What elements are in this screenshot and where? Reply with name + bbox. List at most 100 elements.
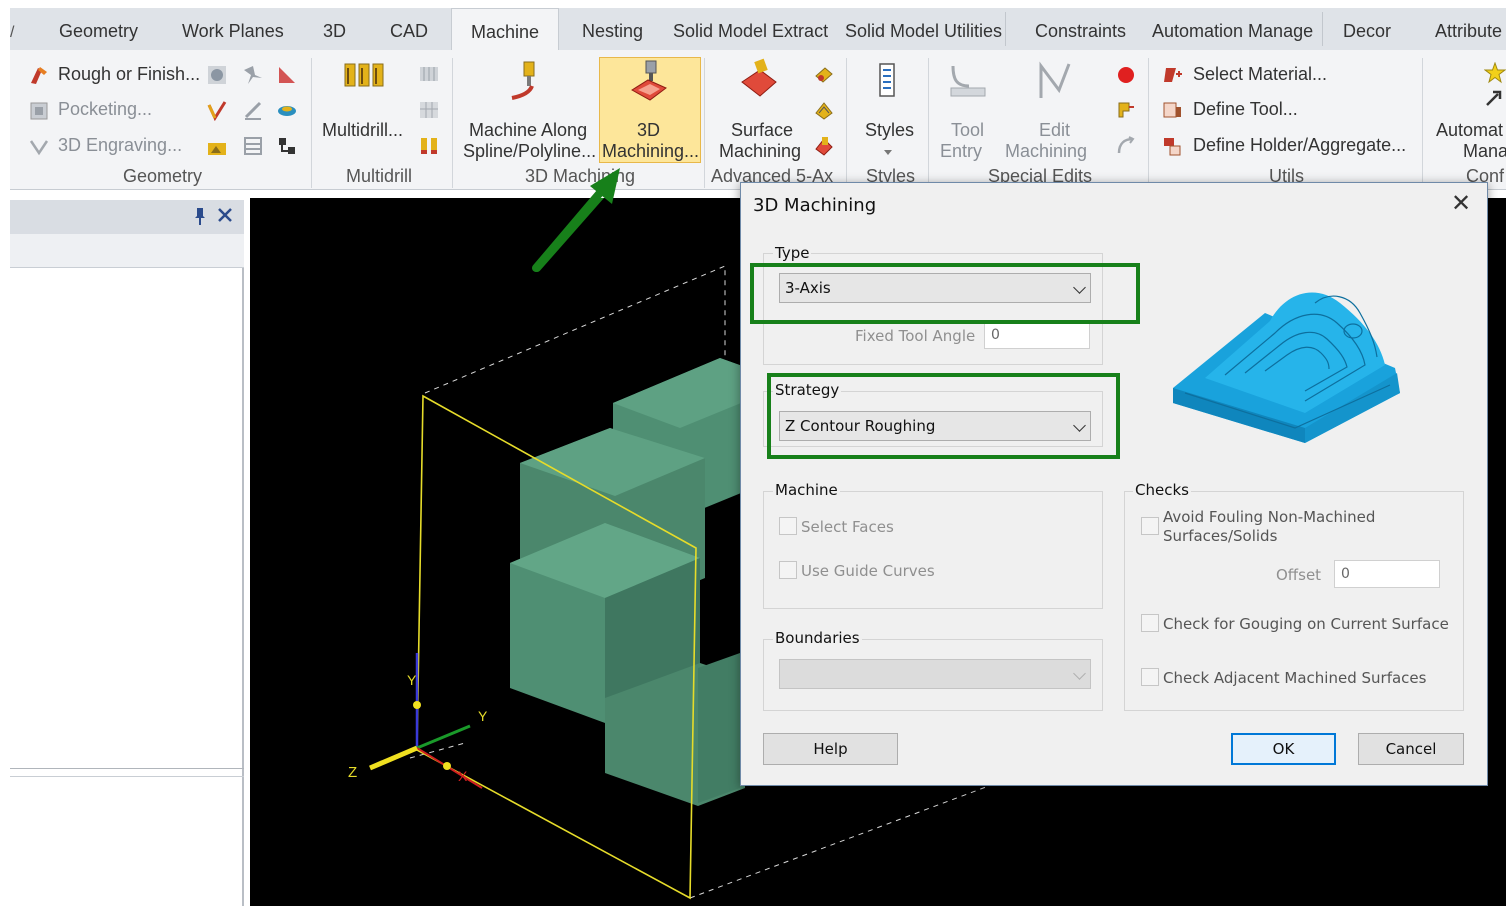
tab-overflow-mark: /	[10, 24, 15, 41]
tool-entry-line1[interactable]: Tool	[951, 120, 984, 141]
wedge-icon[interactable]	[276, 64, 298, 86]
axis-z-label: Z	[348, 764, 358, 781]
select-faces-checkbox[interactable]	[779, 517, 797, 535]
pen-icon[interactable]	[242, 99, 264, 121]
automation-line2[interactable]: Mana	[1463, 141, 1506, 162]
styles-icon	[879, 63, 895, 97]
tab-machine[interactable]: Machine	[451, 8, 559, 51]
drill-grid-icon[interactable]	[418, 99, 440, 121]
tab-work-planes[interactable]: Work Planes	[182, 8, 284, 50]
record-icon[interactable]	[1115, 64, 1137, 86]
tab-3d[interactable]: 3D	[323, 8, 346, 50]
rough-or-finish-button[interactable]: Rough or Finish...	[58, 64, 200, 85]
check-gouging-checkbox[interactable]	[1141, 614, 1159, 632]
group-separator	[846, 58, 847, 188]
5axis-flow-icon[interactable]	[813, 135, 835, 157]
axis-y-label: Y	[407, 672, 417, 688]
drill-pattern-icon[interactable]	[418, 64, 440, 86]
drill-bits-icon[interactable]	[418, 135, 440, 157]
automation-arrow-icon	[1486, 90, 1502, 106]
3d-machining-dialog: 3D Machining ✕ Type 3-Axis Fixed Tool An…	[740, 182, 1488, 786]
tab-nesting[interactable]: Nesting	[582, 8, 643, 50]
tab-automation-manage[interactable]: Automation Manage	[1152, 8, 1313, 50]
tool-entry-line2[interactable]: Entry	[940, 141, 982, 162]
edit-machining-line1[interactable]: Edit	[1039, 120, 1070, 141]
type-legend: Type	[773, 244, 812, 262]
ribbon-tab-bar: / Geometry Work Planes 3D CAD Machine Ne…	[10, 8, 1506, 51]
group-separator	[452, 58, 453, 188]
sphere-icon[interactable]	[206, 64, 228, 86]
surface-icon[interactable]	[276, 99, 298, 121]
select-material-icon	[1164, 68, 1182, 82]
boundaries-legend: Boundaries	[773, 629, 862, 647]
dialog-close-icon[interactable]: ✕	[1447, 191, 1475, 219]
machine-group	[763, 491, 1103, 609]
tab-solid-model-extract[interactable]: Solid Model Extract	[673, 8, 828, 50]
recalc-icon[interactable]	[1115, 135, 1137, 157]
automation-line1[interactable]: Automat	[1436, 120, 1503, 141]
tab-solid-model-utilities[interactable]: Solid Model Utilities	[845, 8, 1002, 50]
3d-machining-line1: 3D	[637, 120, 661, 140]
5axis-swarf-icon[interactable]	[813, 99, 835, 121]
edit-machining-line2[interactable]: Machining	[1005, 141, 1087, 162]
3d-engraving-button[interactable]: 3D Engraving...	[58, 135, 182, 156]
select-material-button[interactable]: Select Material...	[1193, 64, 1327, 85]
check-adjacent-checkbox[interactable]	[1141, 668, 1159, 686]
pocketing-button[interactable]: Pocketing...	[58, 99, 152, 120]
ok-button[interactable]: OK	[1231, 733, 1336, 765]
machine-along-line2[interactable]: Spline/Polyline...	[463, 141, 596, 162]
left-panel-divider	[10, 768, 244, 769]
boundaries-select[interactable]	[779, 659, 1091, 689]
styles-button[interactable]: Styles	[865, 120, 914, 141]
fixed-tool-angle-label: Fixed Tool Angle	[855, 327, 976, 345]
check-curve-icon[interactable]	[206, 99, 228, 121]
surface-machining-icon	[741, 58, 777, 97]
close-icon[interactable]	[217, 207, 233, 223]
surface-machining-line2[interactable]: Machining	[719, 141, 801, 162]
tab-divider	[1322, 12, 1323, 46]
3d-machining-line2: Machining...	[602, 141, 700, 161]
multidrill-button[interactable]: Multidrill...	[322, 120, 403, 141]
node-tree-icon[interactable]	[276, 135, 298, 157]
cancel-button[interactable]: Cancel	[1358, 733, 1464, 765]
tab-cad[interactable]: CAD	[390, 8, 428, 50]
styles-dropdown-icon[interactable]	[884, 150, 892, 155]
use-guide-curves-checkbox[interactable]	[779, 561, 797, 579]
pocketing-icon	[30, 102, 48, 120]
tool-entry-icon	[950, 65, 986, 97]
rough-finish-icon	[31, 67, 47, 84]
highlight-strategy-box	[767, 373, 1120, 459]
tab-decor[interactable]: Decor	[1343, 8, 1391, 50]
machine-along-icon	[511, 61, 535, 100]
automation-star-icon	[1484, 62, 1506, 84]
offset-label: Offset	[1276, 566, 1322, 584]
tab-attribute[interactable]: Attribute	[1435, 8, 1502, 50]
layers-icon[interactable]	[242, 135, 264, 157]
define-tool-button[interactable]: Define Tool...	[1193, 99, 1298, 120]
check-gouging-label: Check for Gouging on Current Surface	[1163, 615, 1449, 633]
fixed-tool-angle-input[interactable]: 0	[984, 321, 1090, 349]
axis-y2-label: Y	[478, 708, 488, 724]
avoid-fouling-label-line2: Surfaces/Solids	[1163, 527, 1278, 545]
image-edit-icon[interactable]	[206, 135, 228, 157]
define-holder-button[interactable]: Define Holder/Aggregate...	[1193, 135, 1406, 156]
machine-legend: Machine	[773, 481, 840, 499]
multidrill-icon	[344, 63, 384, 87]
5axis-tool-icon[interactable]	[813, 64, 835, 86]
avoid-fouling-checkbox[interactable]	[1141, 517, 1159, 535]
group-separator	[704, 58, 705, 188]
tab-geometry[interactable]: Geometry	[59, 8, 138, 50]
tab-constraints[interactable]: Constraints	[1035, 8, 1126, 50]
engraving-icon	[29, 140, 49, 156]
select-faces-label: Select Faces	[801, 518, 894, 536]
strategy-preview-image	[1173, 292, 1400, 443]
tool-change-icon[interactable]	[1115, 99, 1137, 121]
offset-input[interactable]: 0	[1334, 560, 1440, 588]
surface-machining-line1[interactable]: Surface	[731, 120, 793, 141]
help-button[interactable]: Help	[763, 733, 898, 765]
fan-icon[interactable]	[242, 64, 264, 86]
pin-icon[interactable]	[192, 206, 208, 226]
machine-along-line1[interactable]: Machine Along	[469, 120, 587, 141]
chevron-down-icon	[1073, 667, 1086, 680]
3d-machining-icon	[631, 60, 667, 101]
